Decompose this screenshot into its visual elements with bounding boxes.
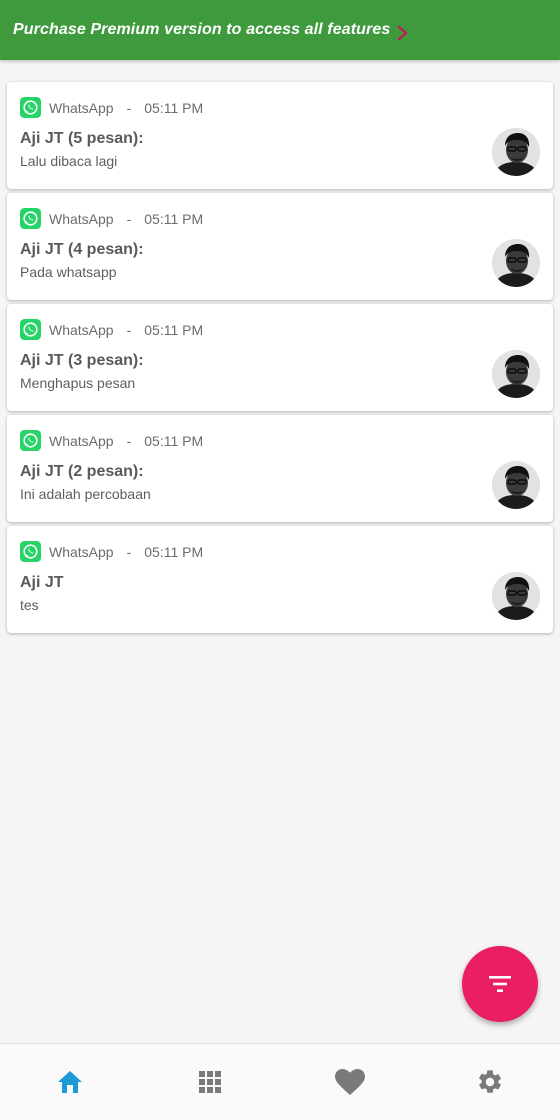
notification-body: Lalu dibaca lagi	[20, 153, 118, 169]
notification-separator: -	[126, 321, 132, 338]
whatsapp-icon	[20, 319, 41, 340]
contact-photo	[492, 350, 540, 398]
notification-header: WhatsApp - 05:11 PM	[20, 97, 203, 118]
notification-time: 05:11 PM	[144, 99, 204, 116]
nav-favorites[interactable]	[280, 1044, 420, 1120]
notification-separator: -	[126, 210, 132, 227]
avatar	[492, 239, 540, 287]
notification-time: 05:11 PM	[144, 210, 204, 227]
whatsapp-icon	[20, 430, 41, 451]
notification-separator: -	[126, 432, 132, 449]
notification-time: 05:11 PM	[144, 543, 204, 560]
avatar	[492, 350, 540, 398]
notification-time: 05:11 PM	[144, 321, 204, 338]
nav-apps[interactable]	[140, 1044, 280, 1120]
filter-icon	[489, 976, 511, 992]
heart-icon	[335, 1068, 365, 1095]
whatsapp-icon	[20, 208, 41, 229]
notification-title: Aji JT (5 pesan):	[20, 130, 144, 147]
notification-body: tes	[20, 597, 39, 613]
notification-app-name: WhatsApp	[49, 432, 114, 449]
notification-body: Menghapus pesan	[20, 375, 136, 391]
filter-button[interactable]	[462, 946, 538, 1022]
notification-list: WhatsApp - 05:11 PM Aji JT (5 pesan): La…	[7, 82, 553, 637]
notification-title: Aji JT	[20, 574, 64, 591]
contact-photo	[492, 239, 540, 287]
nav-settings[interactable]	[420, 1044, 560, 1120]
notification-card[interactable]: WhatsApp - 05:11 PM Aji JT (3 pesan): Me…	[7, 304, 553, 411]
notification-app-name: WhatsApp	[49, 321, 114, 338]
notification-card[interactable]: WhatsApp - 05:11 PM Aji JT (2 pesan): In…	[7, 415, 553, 522]
nav-home[interactable]	[0, 1044, 140, 1120]
notification-header: WhatsApp - 05:11 PM	[20, 208, 203, 229]
premium-banner[interactable]: Purchase Premium version to access all f…	[0, 0, 560, 60]
gear-icon	[479, 1070, 501, 1093]
notification-app-name: WhatsApp	[49, 210, 114, 227]
notification-header: WhatsApp - 05:11 PM	[20, 541, 203, 562]
bottom-navigation	[0, 1043, 560, 1120]
home-icon	[58, 1071, 82, 1093]
contact-photo	[492, 572, 540, 620]
whatsapp-icon	[20, 541, 41, 562]
notification-app-name: WhatsApp	[49, 99, 114, 116]
avatar	[492, 128, 540, 176]
contact-photo	[492, 461, 540, 509]
notification-card[interactable]: WhatsApp - 05:11 PM Aji JT tes	[7, 526, 553, 633]
notification-header: WhatsApp - 05:11 PM	[20, 430, 203, 451]
notification-header: WhatsApp - 05:11 PM	[20, 319, 203, 340]
notification-card[interactable]: WhatsApp - 05:11 PM Aji JT (4 pesan): Pa…	[7, 193, 553, 300]
notification-title: Aji JT (3 pesan):	[20, 352, 144, 369]
whatsapp-icon	[20, 97, 41, 118]
notification-time: 05:11 PM	[144, 432, 204, 449]
chevron-right-icon	[398, 25, 408, 40]
notification-app-name: WhatsApp	[49, 543, 114, 560]
avatar	[492, 572, 540, 620]
contact-photo	[492, 128, 540, 176]
app-root: Purchase Premium version to access all f…	[0, 0, 560, 1120]
avatar	[492, 461, 540, 509]
notification-card[interactable]: WhatsApp - 05:11 PM Aji JT (5 pesan): La…	[7, 82, 553, 189]
notification-separator: -	[126, 543, 132, 560]
notification-body: Pada whatsapp	[20, 264, 117, 280]
notification-title: Aji JT (2 pesan):	[20, 463, 144, 480]
notification-title: Aji JT (4 pesan):	[20, 241, 144, 258]
notification-body: Ini adalah percobaan	[20, 486, 151, 502]
premium-banner-text: Purchase Premium version to access all f…	[13, 21, 391, 38]
notification-separator: -	[126, 99, 132, 116]
apps-grid-icon	[199, 1071, 221, 1093]
